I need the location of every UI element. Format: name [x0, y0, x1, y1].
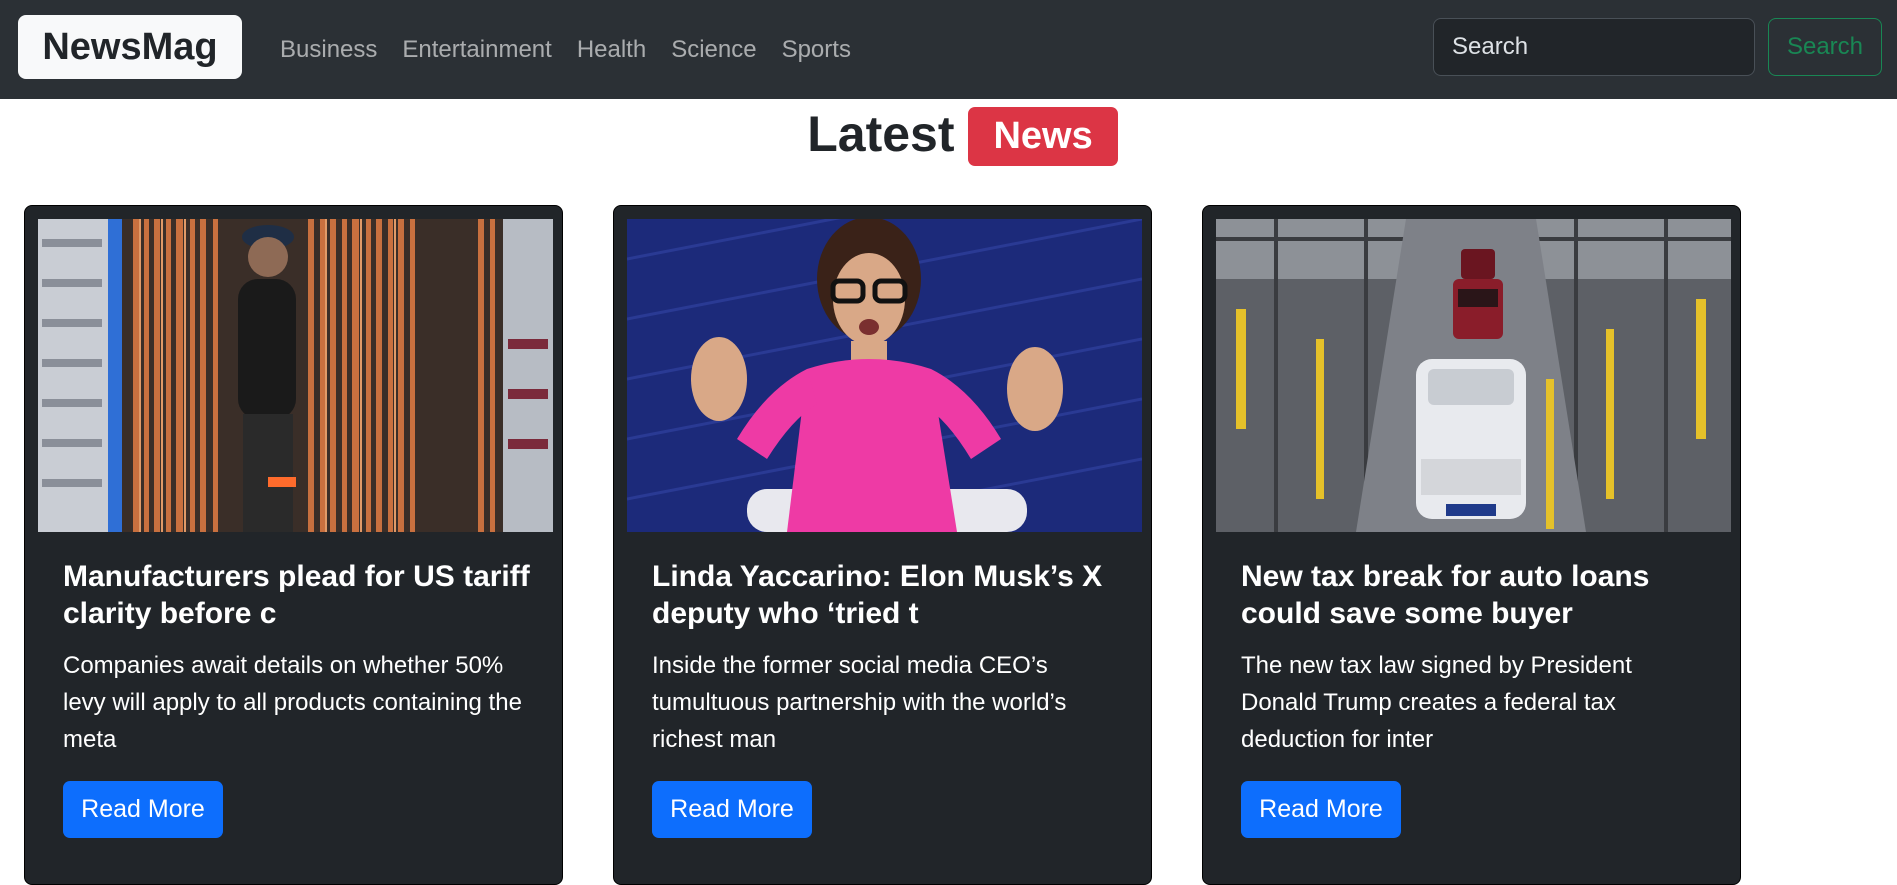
search-input[interactable] [1433, 18, 1755, 76]
read-more-button[interactable]: Read More [652, 781, 812, 838]
card-description: The new tax law signed by President Dona… [1241, 652, 1632, 753]
card-title[interactable]: New tax break for auto loans could save … [1241, 558, 1711, 632]
news-card: Linda Yaccarino: Elon Musk’s X deputy wh… [613, 205, 1152, 885]
nav-links: Business Entertainment Health Science Sp… [280, 0, 876, 99]
card-image [627, 219, 1142, 532]
nav-link-sports[interactable]: Sports [782, 36, 851, 64]
navbar: NewsMag Business Entertainment Health Sc… [0, 0, 1897, 99]
card-description: Companies await details on whether 50% l… [63, 652, 522, 753]
page-heading: Latest News [0, 100, 1897, 168]
read-more-button[interactable]: Read More [63, 781, 223, 838]
nav-link-business[interactable]: Business [280, 36, 377, 64]
read-more-button[interactable]: Read More [1241, 781, 1401, 838]
card-image [38, 219, 553, 532]
card-description: Inside the former social media CEO’s tum… [652, 652, 1067, 753]
search-button[interactable]: Search [1768, 18, 1882, 76]
page-title: Latest [807, 106, 955, 162]
card-title[interactable]: Linda Yaccarino: Elon Musk’s X deputy wh… [652, 558, 1122, 632]
nav-link-entertainment[interactable]: Entertainment [402, 36, 551, 64]
brand-logo[interactable]: NewsMag [18, 15, 242, 79]
card-title[interactable]: Manufacturers plead for US tariff clarit… [63, 558, 533, 632]
news-card: New tax break for auto loans could save … [1202, 205, 1741, 885]
nav-link-health[interactable]: Health [577, 36, 646, 64]
nav-link-science[interactable]: Science [671, 36, 756, 64]
news-card: Manufacturers plead for US tariff clarit… [24, 205, 563, 885]
card-image [1216, 219, 1731, 532]
news-badge: News [968, 106, 1118, 166]
